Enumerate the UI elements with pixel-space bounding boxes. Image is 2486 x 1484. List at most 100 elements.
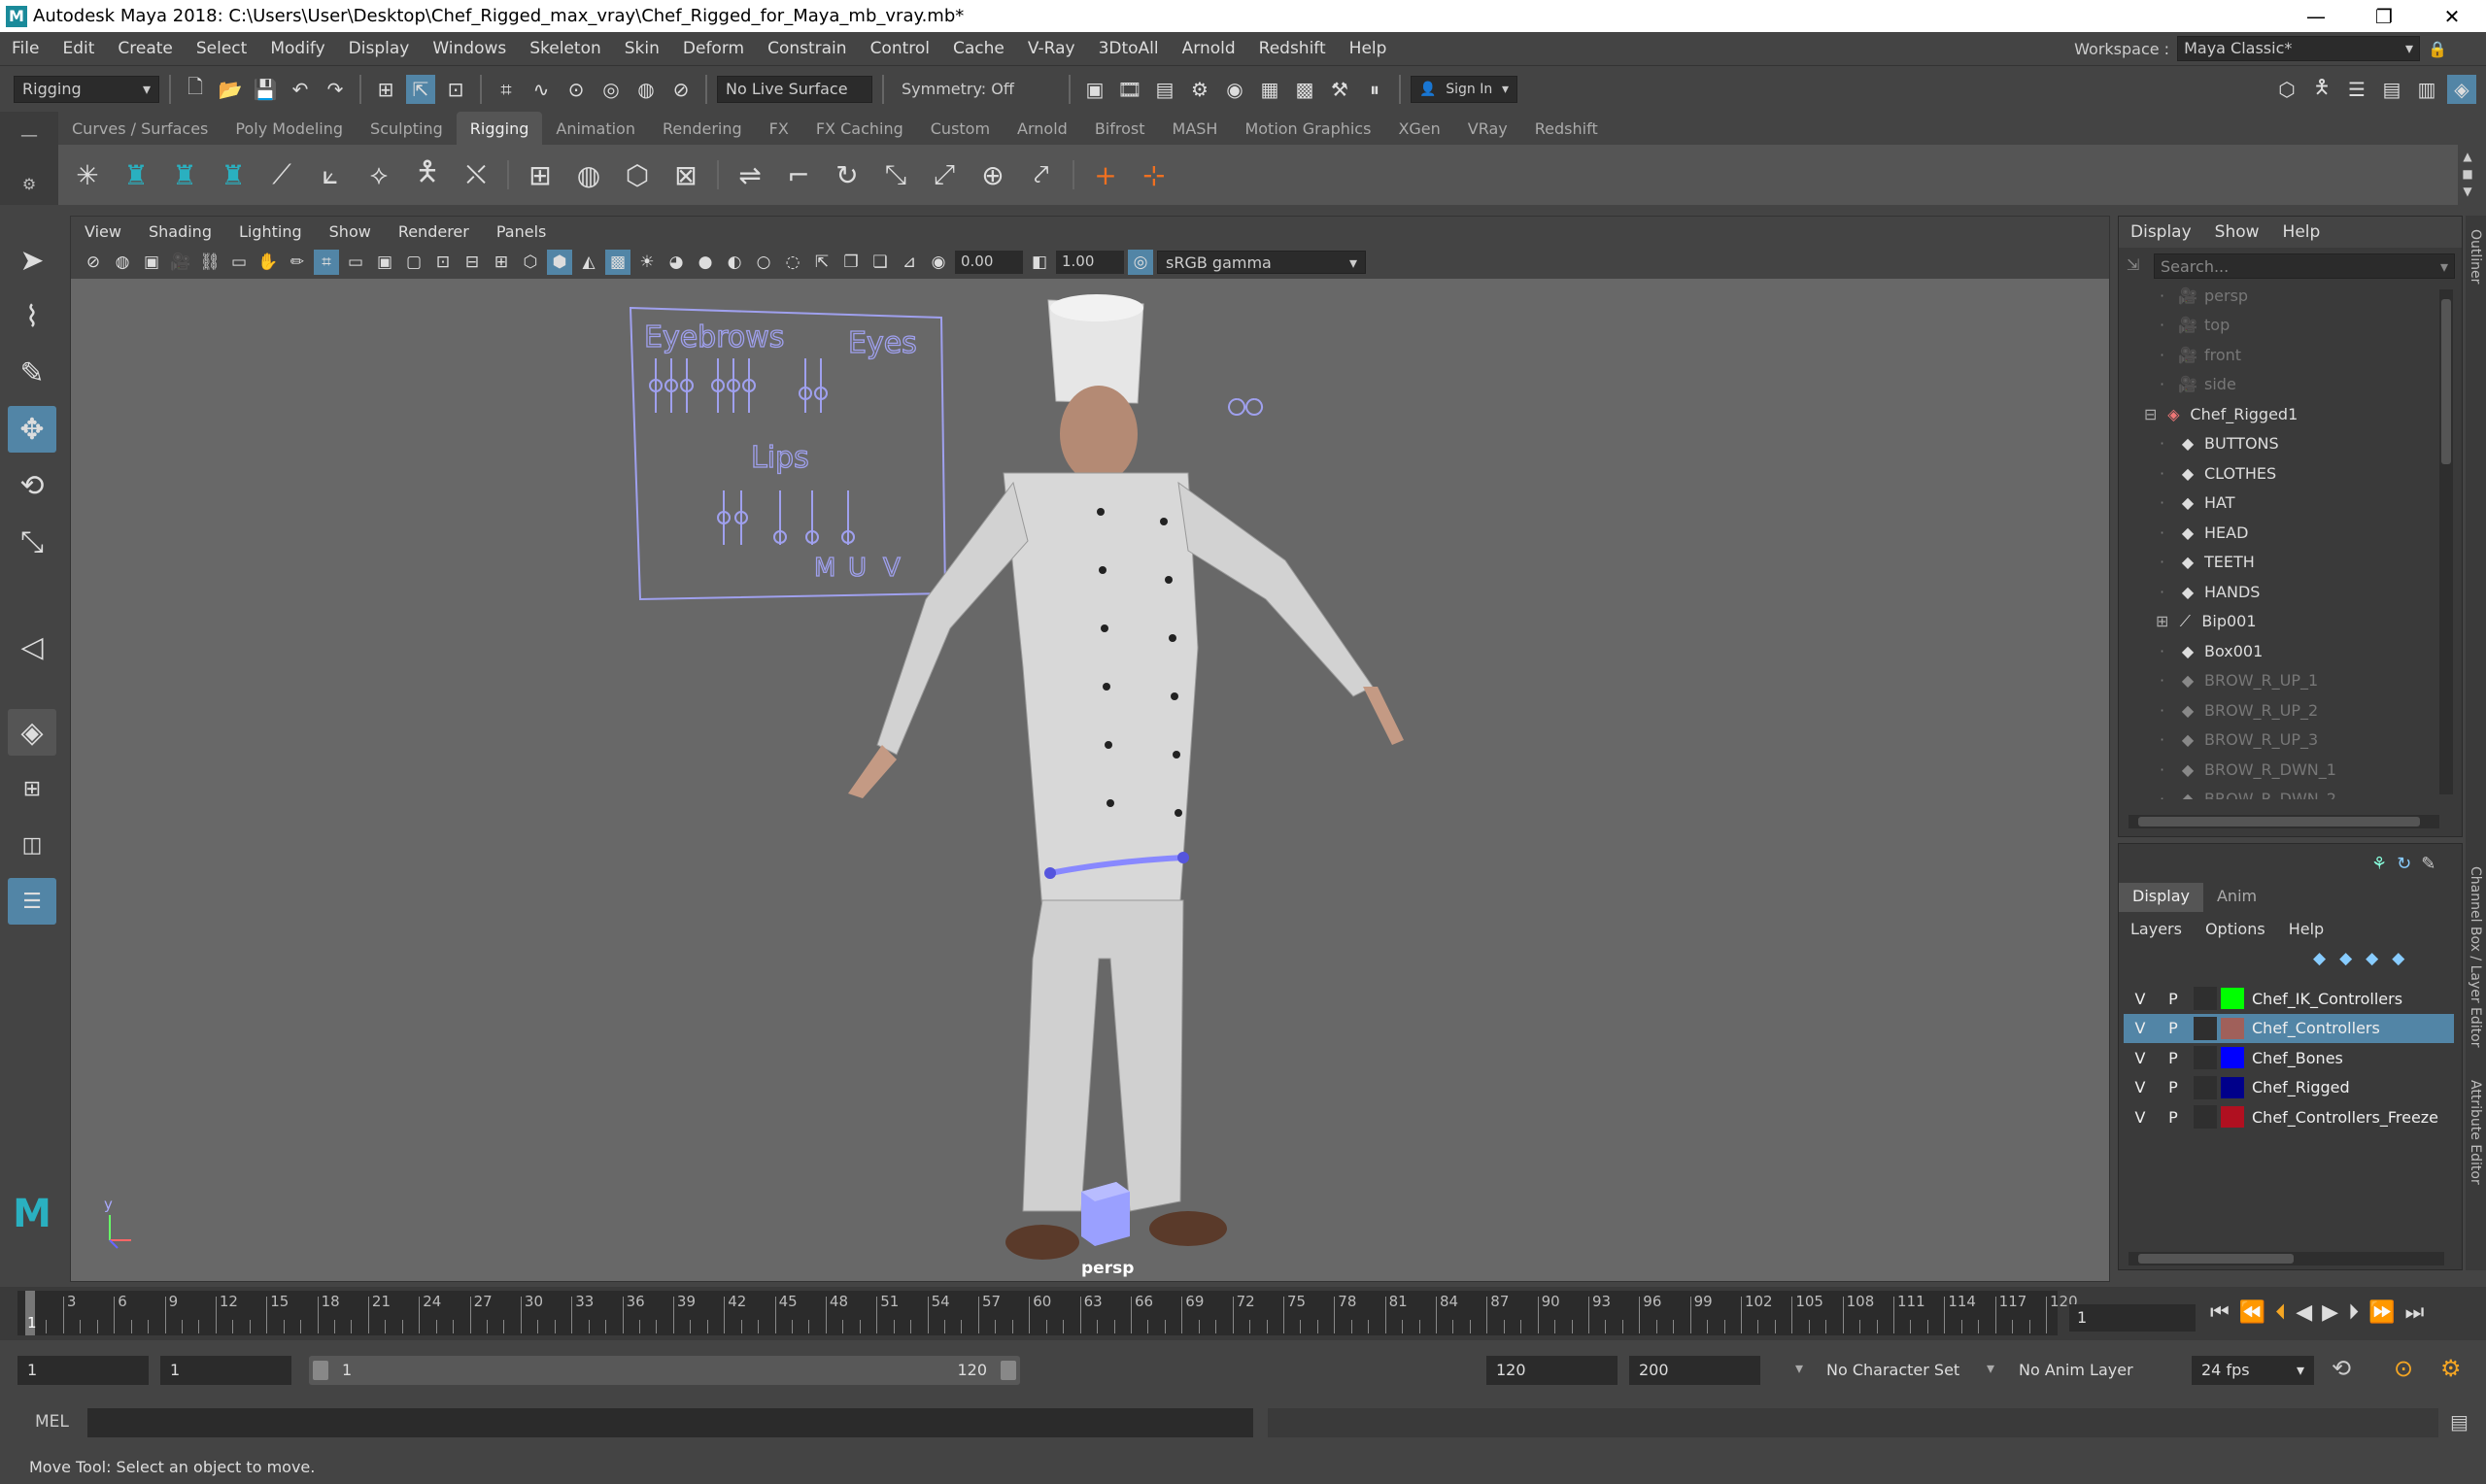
viewport-menu-lighting[interactable]: Lighting [225, 222, 316, 241]
grease-pencil-icon[interactable]: ✏ [285, 250, 310, 275]
vray-render-icon[interactable]: ▦ [1255, 75, 1284, 104]
step-back-frame-icon[interactable]: ⏴ [2275, 1300, 2286, 1325]
viewport-menu-view[interactable]: View [71, 222, 135, 241]
shelf-tab-mash[interactable]: MASH [1159, 112, 1232, 145]
outliner-hscrollbar[interactable] [2128, 815, 2439, 828]
current-frame-field[interactable]: 1 [2069, 1304, 2196, 1332]
playback-end-field[interactable]: 120 [1486, 1356, 1618, 1385]
outliner-item[interactable]: · ◆ Box001 [2160, 636, 2263, 665]
single-pane-layout-icon[interactable]: ◈ [8, 709, 56, 756]
channel-box-icon[interactable]: ⚘ [2371, 854, 2387, 874]
pole-vector-icon[interactable]: ⊕ [971, 153, 1014, 196]
channel-box-icon[interactable]: ▥ [2412, 75, 2441, 104]
shelf-tab-curves-surfaces[interactable]: Curves / Surfaces [58, 112, 221, 145]
shelf-tab-redshift[interactable]: Redshift [1521, 112, 1612, 145]
outliner-item[interactable]: · ◆ HEAD [2160, 518, 2248, 547]
new-empty-layer-icon[interactable]: ◆ [2366, 949, 2378, 968]
edit-icon[interactable]: ✎ [2421, 854, 2435, 874]
layer-display-type[interactable] [2194, 1105, 2217, 1129]
command-input[interactable] [87, 1408, 1253, 1437]
outliner-item[interactable]: · ◆ CLOTHES [2160, 458, 2276, 488]
wireframe-icon[interactable]: ⬡ [518, 250, 543, 275]
shelf-settings-icon[interactable]: ⚙ [0, 175, 58, 193]
shelf-tab-vray[interactable]: VRay [1454, 112, 1521, 145]
select-camera-icon[interactable]: ⊘ [81, 250, 106, 275]
bind-skin-icon[interactable]: ⊞ [519, 153, 562, 196]
layer-playback-toggle[interactable]: P [2157, 1108, 2190, 1127]
undo-icon[interactable]: ↶ [286, 75, 315, 104]
outliner-item[interactable]: · ◆ BROW_R_DWN_1 [2160, 755, 2336, 784]
step-forward-key-icon[interactable]: ⏩ [2368, 1300, 2395, 1325]
four-pane-layout-icon[interactable]: ⊞ [8, 765, 56, 812]
outliner-item[interactable]: · ◆ BROW_R_UP_1 [2160, 666, 2318, 695]
shelf-tab-rigging[interactable]: Rigging [456, 112, 543, 145]
select-object-icon[interactable]: ⇱ [406, 74, 435, 104]
vray-ipr-icon[interactable]: ▩ [1290, 75, 1319, 104]
layer-visibility-toggle[interactable]: V [2124, 1108, 2157, 1127]
cluster-icon[interactable]: ⊠ [664, 153, 707, 196]
orient-joint-icon[interactable]: ⟀ [309, 153, 352, 196]
redshift-icon[interactable]: ⚒ [1325, 75, 1354, 104]
chevron-down-icon[interactable]: ▾ [1795, 1359, 1803, 1377]
play-forwards-icon[interactable]: ▶ [2322, 1300, 2338, 1325]
outliner-menu-show[interactable]: Show [2203, 222, 2271, 242]
camera-lock-icon[interactable]: ⛓ [197, 250, 222, 275]
render-view-icon[interactable]: ▣ [1080, 75, 1109, 104]
point-constraint-icon[interactable]: ⌐ [777, 153, 820, 196]
range-handle-end[interactable] [1001, 1361, 1016, 1380]
outliner-item[interactable]: · ◆ HANDS [2160, 577, 2260, 606]
camera-icon[interactable]: 🎥 [168, 250, 193, 275]
human-ik-icon[interactable]: 🯅 [2307, 75, 2336, 104]
layer-display-type[interactable] [2194, 1046, 2217, 1069]
close-icon[interactable]: ✕ [2418, 0, 2486, 32]
layer-playback-toggle[interactable]: P [2157, 990, 2190, 1008]
layer-row[interactable]: V P Chef_Controllers_Freeze [2124, 1102, 2454, 1131]
resolution-gate-icon[interactable]: ▣ [372, 250, 397, 275]
play-backwards-icon[interactable]: ◀ [2296, 1300, 2312, 1325]
outliner-item[interactable]: · ◆ BUTTONS [2160, 429, 2279, 458]
menu-display[interactable]: Display [337, 39, 422, 58]
outliner-item[interactable]: · 🎥 side [2160, 370, 2236, 399]
move-layer-up-icon[interactable]: ◆ [2313, 949, 2326, 968]
color-management-icon[interactable]: ◎ [1128, 250, 1153, 275]
character-set-dropdown[interactable]: No Character Set [1817, 1356, 1982, 1385]
outliner-scrollbar[interactable] [2439, 289, 2453, 794]
lock-icon[interactable]: 🔒 [2428, 40, 2447, 58]
parent-constraint-icon[interactable]: ⇌ [729, 153, 771, 196]
layer-menu-layers[interactable]: Layers [2119, 920, 2194, 938]
mirror-joint-icon[interactable]: ⟋ [260, 153, 303, 196]
channel-box-side-tab[interactable]: Channel Box / Layer Editor [2468, 866, 2483, 1047]
menu-modify[interactable]: Modify [258, 39, 336, 58]
attribute-editor-side-tab[interactable]: Attribute Editor [2468, 1080, 2483, 1185]
humanik-icon[interactable]: ♜ [212, 153, 255, 196]
expand-icon[interactable]: ⊞ [2156, 612, 2168, 630]
shelf-tab-arnold[interactable]: Arnold [1004, 112, 1081, 145]
layer-display-type[interactable] [2194, 1016, 2217, 1040]
menu-skeleton[interactable]: Skeleton [518, 39, 613, 58]
safe-title-icon[interactable]: ⊞ [489, 250, 514, 275]
hypershade-icon[interactable]: ◉ [1220, 75, 1249, 104]
depth-of-field-icon[interactable]: ◌ [780, 250, 805, 275]
menu-skin[interactable]: Skin [613, 39, 671, 58]
face-controls-panel[interactable]: Eyebrows Eyes Lips M U V [629, 306, 947, 601]
menu-file[interactable]: File [0, 39, 51, 58]
outliner-layout-icon[interactable]: ☰ [8, 878, 56, 925]
tool-settings-icon[interactable]: ▤ [2377, 75, 2406, 104]
lasso-tool-icon[interactable]: ⌇ [8, 293, 56, 340]
layer-playback-toggle[interactable]: P [2157, 1049, 2190, 1067]
collapse-icon[interactable]: ⊟ [2144, 405, 2157, 423]
outliner-menu-display[interactable]: Display [2119, 222, 2203, 242]
skeleton-icon[interactable]: ⛌ [455, 153, 497, 196]
move-layer-down-icon[interactable]: ◆ [2339, 949, 2352, 968]
move-tool-icon[interactable]: ✥ [8, 406, 56, 453]
anim-layer-dropdown[interactable]: No Anim Layer [2009, 1356, 2164, 1385]
aim-constraint-icon[interactable]: ⤢ [923, 153, 966, 196]
layer-row[interactable]: V P Chef_Bones [2124, 1043, 2454, 1072]
insert-joint-icon[interactable]: ⟡ [358, 153, 400, 196]
workspace-dropdown[interactable]: Maya Classic* ▾ [2177, 36, 2421, 61]
smooth-shade-icon[interactable]: ⬢ [547, 250, 572, 275]
viewport-menu-shading[interactable]: Shading [135, 222, 225, 241]
open-scene-icon[interactable]: 📂 [216, 75, 245, 104]
wireframe-on-shaded-icon[interactable]: ◭ [576, 250, 601, 275]
menu-windows[interactable]: Windows [421, 39, 518, 58]
